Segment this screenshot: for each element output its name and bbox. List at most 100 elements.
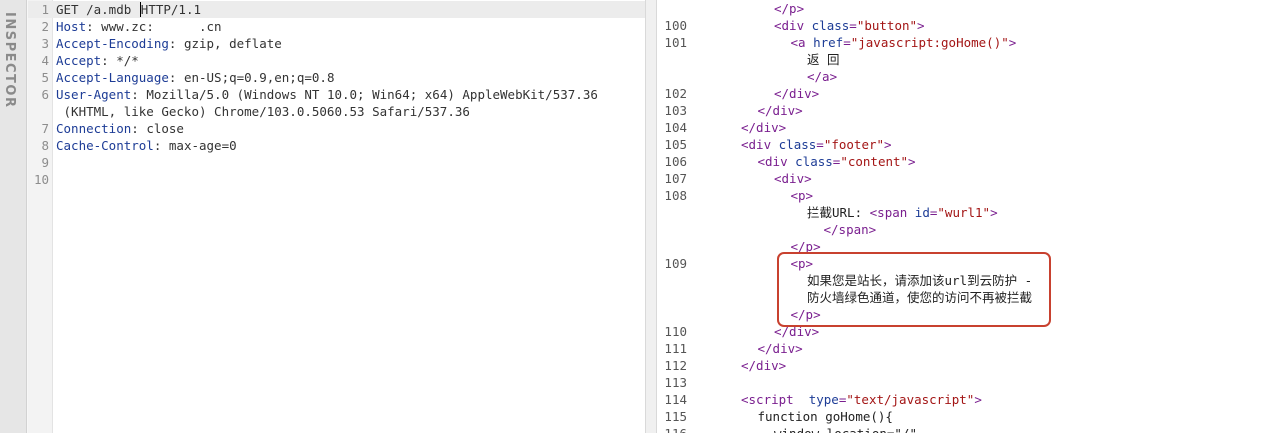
html-tag-token: = (816, 136, 824, 152)
request-line[interactable]: 9 (28, 154, 645, 171)
text-token: window.location="/" (774, 425, 917, 433)
html-tag-token: <span (869, 204, 915, 220)
header-value: gzip, deflate (183, 36, 282, 51)
pane-divider[interactable] (645, 0, 657, 433)
request-line-content: GET /a.mdb HTTP/1.1 (56, 1, 202, 18)
header-value: */* (116, 53, 139, 68)
line-number: 112 (664, 357, 687, 373)
html-tag-token: <p> (790, 187, 814, 203)
text-token: 拦截URL: (807, 204, 870, 220)
html-tag-token: > (908, 153, 916, 169)
html-tag-token: <div> (774, 170, 812, 186)
response-line: </a> (657, 68, 1284, 85)
request-line[interactable]: 5 Accept-Language: en-US;q=0.9,en;q=0.8 (28, 69, 645, 86)
header-name: Accept (56, 53, 102, 68)
response-line: 114 <script type="text/javascript"> (657, 391, 1284, 408)
line-number: 113 (664, 374, 687, 390)
request-line[interactable]: 7 Connection: close (28, 120, 645, 137)
html-attribute-token: class (778, 136, 817, 152)
response-line-content: <a href="javascript:goHome()"> (791, 34, 1017, 51)
response-line-content: <div class="footer"> (741, 136, 892, 153)
html-value-token: "footer" (823, 136, 885, 152)
line-number: 110 (664, 323, 687, 339)
response-line-content: 返 回 (807, 51, 840, 68)
response-line: 116 window.location="/" (657, 425, 1284, 433)
request-line[interactable]: 4 Accept: */* (28, 52, 645, 69)
header-name: Host (56, 19, 87, 34)
request-line[interactable]: 10 (28, 171, 645, 188)
response-line-content: </span> (824, 221, 877, 238)
html-tag-token: > (884, 136, 892, 152)
request-text: (KHTML, like Gecko) Chrome/103.0.5060.53… (56, 104, 470, 119)
response-line-content: <p> (791, 187, 814, 204)
html-tag-token: = (849, 17, 857, 33)
line-number: 111 (664, 340, 687, 356)
header-value: en-US;q=0.9,en;q=0.8 (183, 70, 335, 85)
response-line: 拦截URL: <span id="wurl1"> (657, 204, 1284, 221)
response-line-content: 拦截URL: <span id="wurl1"> (807, 204, 998, 221)
line-number: 7 (41, 121, 49, 136)
response-line: 110 </div> (657, 323, 1284, 340)
response-viewer[interactable]: </p> 100 <div class="button"> 101 <a href="j… (657, 0, 1284, 433)
text-token: 如果您是站长，请添加该url到云防护 - (807, 272, 1033, 288)
line-number: 3 (41, 36, 49, 51)
response-line-content: window.location="/" (774, 425, 917, 433)
html-value-token: "text/javascript" (846, 391, 975, 407)
html-attribute-token: class (811, 17, 850, 33)
header-value: close (146, 121, 184, 136)
response-line: 111 </div> (657, 340, 1284, 357)
header-value: www.zc: .cn (101, 19, 222, 34)
response-line: 102 </div> (657, 85, 1284, 102)
response-line: 104 </div> (657, 119, 1284, 136)
request-line-content: Connection: close (56, 121, 184, 136)
response-line-content: </div> (774, 323, 819, 340)
response-line-content: </div> (741, 357, 786, 374)
response-line-content: </p> (774, 0, 804, 17)
request-editor[interactable]: 1 GET /a.mdb HTTP/1.1 2 Host: www.zc: .cn 3 A… (28, 0, 645, 433)
text-token: 返 回 (807, 51, 840, 67)
line-number: 9 (41, 155, 49, 170)
header-value: Mozilla/5.0 (Windows NT 10.0; Win64; x64… (146, 87, 598, 102)
line-number: 115 (664, 408, 687, 424)
request-line[interactable]: 8 Cache-Control: max-age=0 (28, 137, 645, 154)
inspector-tab[interactable]: INSPECTOR (0, 0, 27, 433)
response-line: 返 回 (657, 51, 1284, 68)
response-line: 113 (657, 374, 1284, 391)
html-tag-token: > (1008, 34, 1017, 50)
response-line: </p> (657, 0, 1284, 17)
line-number: 109 (664, 255, 687, 271)
response-line: 115 function goHome(){ (657, 408, 1284, 425)
html-value-token: "button" (856, 17, 918, 33)
line-number: 105 (664, 136, 687, 152)
line-number: 101 (664, 34, 687, 50)
response-line-content: </div> (774, 85, 819, 102)
html-tag-token: </p> (774, 0, 805, 16)
response-line-content: 防火墙绿色通道，使您的访问不再被拦截 (807, 289, 1032, 306)
header-value: max-age=0 (168, 138, 237, 153)
request-line[interactable]: 1 GET /a.mdb HTTP/1.1 (28, 1, 645, 18)
html-tag-token: </div> (757, 102, 803, 118)
line-number: 102 (664, 85, 687, 101)
html-tag-token: </span> (823, 221, 877, 237)
html-value-token: "javascript:goHome()" (850, 34, 1009, 50)
request-line[interactable]: (KHTML, like Gecko) Chrome/103.0.5060.53… (28, 103, 645, 120)
inspector-label: INSPECTOR (2, 12, 17, 109)
html-attribute-token: type (808, 391, 839, 407)
html-value-token: "content" (840, 153, 909, 169)
request-line-content: Accept-Encoding: gzip, deflate (56, 36, 282, 51)
response-line-content: function goHome(){ (758, 408, 893, 425)
request-line[interactable]: 6 User-Agent: Mozilla/5.0 (Windows NT 10.… (28, 86, 645, 103)
html-value-token: "wurl1" (937, 204, 991, 220)
html-attribute-token: class (795, 153, 833, 169)
response-line-content: <p> (791, 255, 814, 272)
response-line-content: </a> (807, 68, 837, 85)
line-number: 103 (664, 102, 687, 118)
line-number: 100 (664, 17, 687, 33)
text-cursor: HTTP/1.1 (139, 2, 202, 17)
html-tag-token: <div (757, 153, 796, 169)
response-line-content: <div class="content"> (758, 153, 916, 170)
request-line[interactable]: 3 Accept-Encoding: gzip, deflate (28, 35, 645, 52)
html-attribute-token: href (813, 34, 844, 50)
request-line[interactable]: 2 Host: www.zc: .cn (28, 18, 645, 35)
html-tag-token: > (990, 204, 998, 220)
